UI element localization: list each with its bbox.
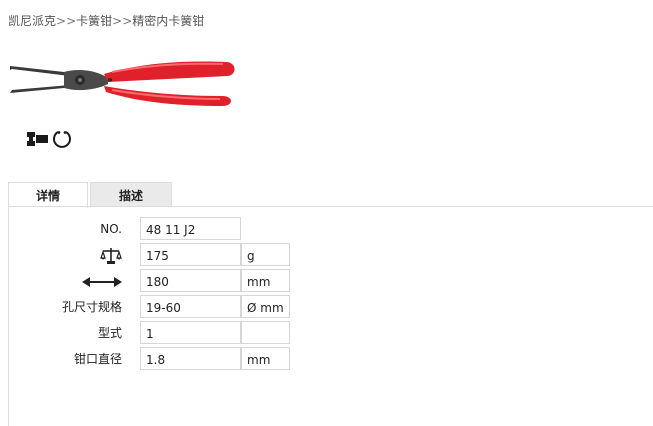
spec-label-no: NO. xyxy=(100,222,122,236)
spec-unit-weight: g xyxy=(241,243,290,266)
spec-label-weight xyxy=(0,243,122,268)
spec-label-hole-size: 孔尺寸规格 xyxy=(61,300,122,314)
breadcrumb-link-brand[interactable]: 凯尼派克 xyxy=(8,14,56,28)
spec-label-type: 型式 xyxy=(97,326,122,340)
tab-divider xyxy=(8,206,653,207)
spec-unit-tip-diameter: mm xyxy=(241,347,290,370)
scale-icon xyxy=(100,247,122,264)
spec-value-weight: 175 xyxy=(140,243,241,266)
feature-icons xyxy=(26,128,72,150)
spec-value-tip-diameter: 1.8 xyxy=(140,347,241,370)
tab-details[interactable]: 详情 xyxy=(8,182,88,208)
ring-symbol-icon xyxy=(53,131,71,148)
spec-label-tip-diameter: 钳口直径 xyxy=(73,352,122,366)
spec-label-length xyxy=(0,269,122,294)
spec-unit-length: mm xyxy=(241,269,290,292)
spec-value-length: 180 xyxy=(140,269,241,292)
spec-unit-type xyxy=(241,321,290,344)
spec-value-no: 48 11 J2 xyxy=(140,217,241,240)
spec-value-type: 1 xyxy=(140,321,241,344)
length-arrow-icon xyxy=(82,276,122,287)
spec-value-hole-size: 19-60 xyxy=(140,295,241,318)
spec-unit-hole-size: Ø mm xyxy=(241,295,290,318)
circlip-pliers-image xyxy=(10,61,235,106)
tab-description[interactable]: 描述 xyxy=(90,182,172,207)
breadcrumb-link-category[interactable]: 卡簧钳 xyxy=(76,14,112,28)
breadcrumb-separator: >> xyxy=(112,14,133,28)
breadcrumb-separator: >> xyxy=(56,14,77,28)
circlip-symbol-icon xyxy=(27,132,48,146)
breadcrumb: 凯尼派克>>卡簧钳>>精密内卡簧钳 xyxy=(8,12,204,29)
breadcrumb-current: 精密内卡簧钳 xyxy=(132,14,205,28)
